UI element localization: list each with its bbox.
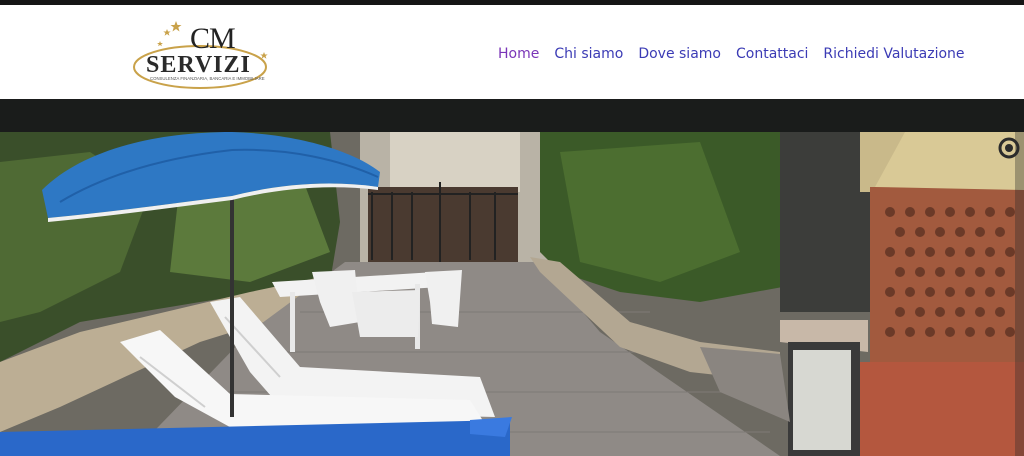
nav-item-richiedi-valutazione[interactable]: Richiedi Valutazione [823,45,964,71]
site-header: CM SERVIZI CONSULENZA FINANZIARIA, BANCA… [0,5,1024,99]
logo-tagline: CONSULENZA FINANZIARIA, BANCARIA E IMMOB… [150,76,265,81]
header-band [0,99,1024,132]
logo-name: SERVIZI [146,52,251,78]
nav-item-chi-siamo[interactable]: Chi siamo [554,45,623,71]
nav-item-contattaci[interactable]: Contattaci [736,45,808,71]
nav-item-dove-siamo[interactable]: Dove siamo [638,45,721,71]
hero-slider-image [0,132,1024,456]
slider-pause-icon[interactable] [998,137,1020,159]
main-navigation: Home Chi siamo Dove siamo Contattaci Ric… [498,45,980,71]
nav-item-home[interactable]: Home [498,45,539,71]
logo-mark: CM [190,22,235,55]
site-logo[interactable]: CM SERVIZI CONSULENZA FINANZIARIA, BANCA… [132,17,277,93]
